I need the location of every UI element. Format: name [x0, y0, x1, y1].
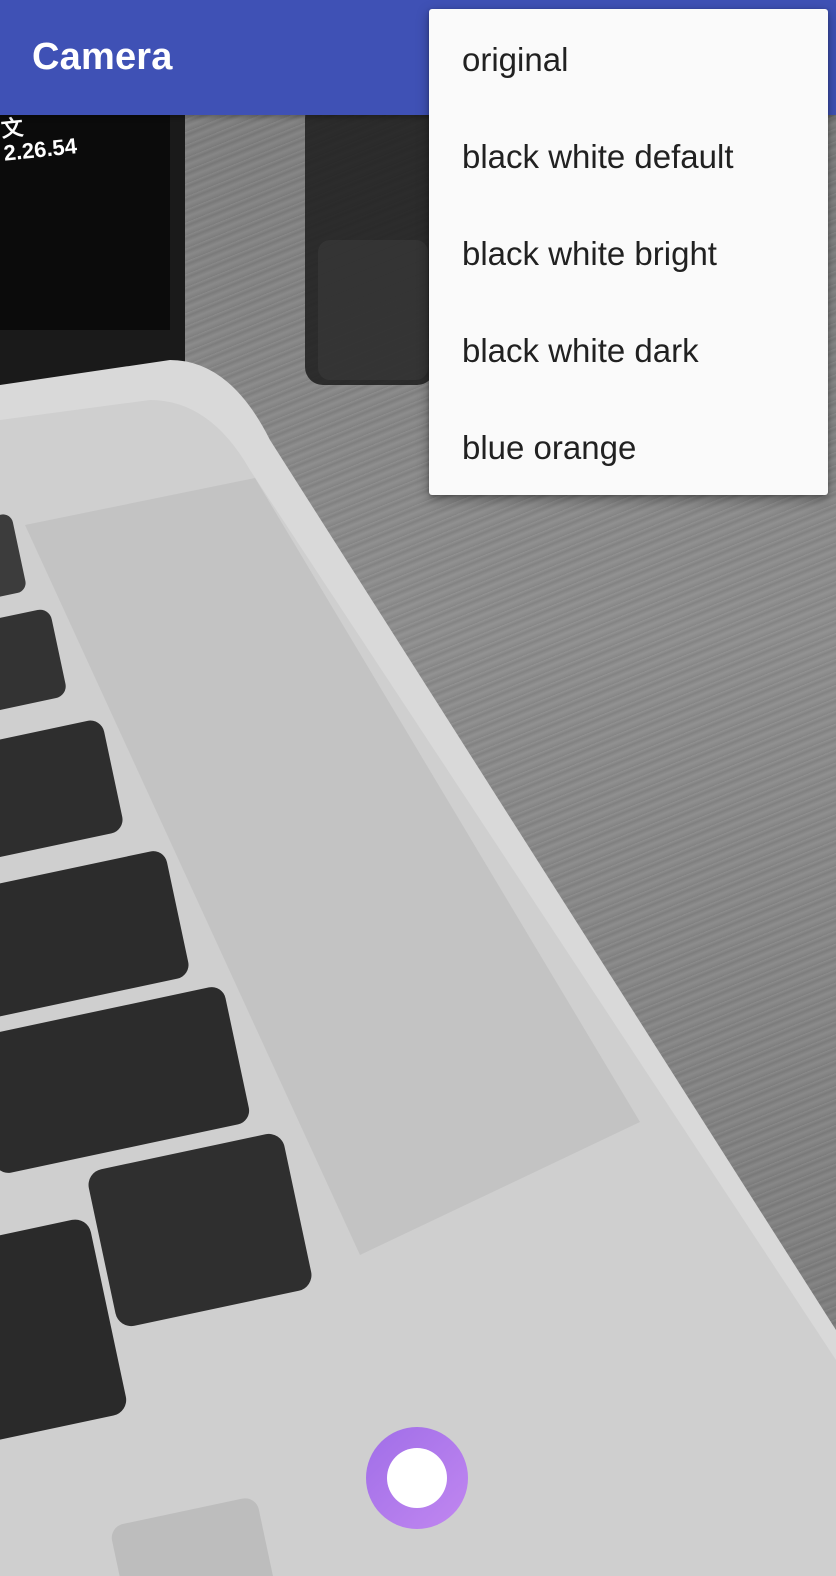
menu-item-blue-orange[interactable]: blue orange — [429, 399, 828, 496]
menu-item-black-white-dark[interactable]: black white dark — [429, 302, 828, 399]
preview-overlay-text: 文 2.26.54 — [0, 110, 78, 166]
menu-item-black-white-default[interactable]: black white default — [429, 108, 828, 205]
shutter-button[interactable] — [366, 1427, 468, 1529]
filter-menu: original black white default black white… — [429, 9, 828, 495]
app-title: Camera — [32, 36, 173, 78]
menu-item-black-white-bright[interactable]: black white bright — [429, 205, 828, 302]
shutter-icon — [387, 1448, 447, 1508]
menu-item-original[interactable]: original — [429, 11, 828, 108]
